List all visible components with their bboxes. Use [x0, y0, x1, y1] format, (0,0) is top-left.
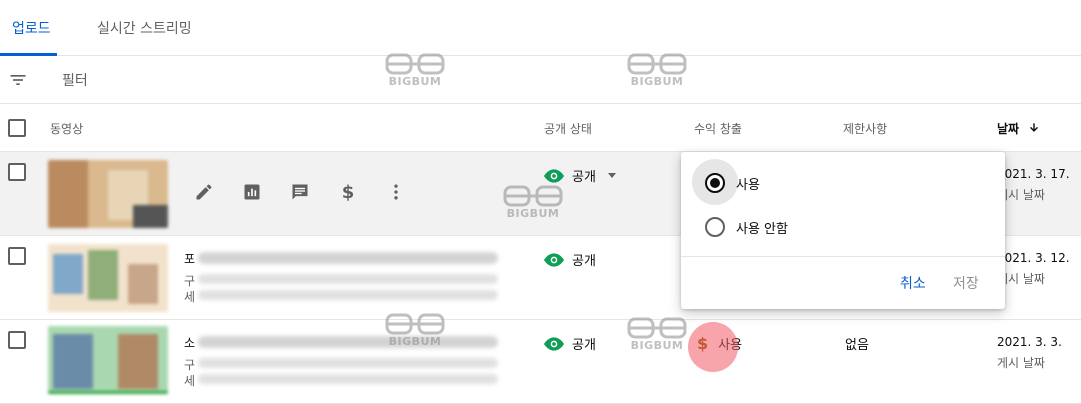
header-visibility[interactable]: 공개 상태 — [544, 120, 592, 137]
video-title-lead: 소 — [184, 336, 196, 350]
option-off-label[interactable]: 사용 안함 — [736, 218, 788, 237]
watermark-text: BIGBUM — [630, 339, 684, 352]
date-value: 2021. 3. 12. — [997, 251, 1070, 265]
tab-bar: 업로드 실시간 스트리밍 — [0, 0, 1081, 56]
visibility-status[interactable]: 공개 — [544, 250, 596, 269]
eye-icon — [544, 252, 564, 267]
watermark-text: BIGBUM — [388, 335, 442, 348]
video-description — [198, 374, 498, 384]
edit-icon[interactable] — [192, 180, 216, 204]
video-title[interactable] — [198, 252, 498, 264]
row-checkbox[interactable] — [8, 247, 26, 265]
video-description — [198, 358, 498, 368]
date-value: 2021. 3. 3. — [997, 335, 1062, 349]
video-desc-lead: 구 — [184, 274, 196, 288]
watermark-text: BIGBUM — [506, 207, 560, 220]
tab-uploads[interactable]: 업로드 — [12, 18, 51, 38]
visibility-label: 공개 — [572, 338, 596, 353]
date-cell: 2021. 3. 12. 게시 날짜 — [997, 248, 1070, 290]
visibility-dropdown[interactable]: 공개 — [544, 166, 616, 185]
analytics-icon[interactable] — [240, 180, 264, 204]
date-cell: 2021. 3. 17. 게시 날짜 — [997, 164, 1070, 206]
date-label: 게시 날짜 — [997, 272, 1045, 286]
watermark-logo: BIGBUM — [383, 53, 447, 93]
click-indicator — [688, 322, 738, 372]
video-title-lead: 포 — [184, 252, 196, 266]
visibility-label: 공개 — [572, 170, 596, 185]
video-title[interactable] — [198, 336, 498, 348]
watermark-logo: BIGBUM — [501, 185, 565, 225]
row-checkbox[interactable] — [8, 163, 26, 181]
monetization-popup: 사용 사용 안함 취소 저장 — [681, 152, 1005, 309]
tab-live-streaming[interactable]: 실시간 스트리밍 — [97, 18, 192, 38]
chevron-down-icon — [607, 173, 616, 178]
row-actions: $ — [192, 180, 408, 204]
video-description — [198, 290, 498, 300]
arrow-down-icon — [1030, 123, 1039, 132]
filter-label: 필터 — [62, 73, 88, 89]
eye-icon — [544, 336, 564, 351]
watermark-logo: BIGBUM — [625, 317, 689, 357]
filter-bar[interactable]: 필터 — [0, 56, 1081, 104]
cancel-button[interactable]: 취소 — [900, 273, 926, 293]
watermark-text: BIGBUM — [388, 75, 442, 88]
video-thumbnail[interactable] — [48, 160, 168, 228]
popup-divider — [681, 256, 1005, 257]
save-button[interactable]: 저장 — [953, 273, 979, 293]
video-thumbnail[interactable] — [48, 244, 168, 312]
option-on-label[interactable]: 사용 — [736, 174, 760, 193]
more-icon[interactable] — [384, 180, 408, 204]
video-desc-lead: 구 — [184, 358, 196, 372]
date-cell: 2021. 3. 3. 게시 날짜 — [997, 332, 1062, 374]
date-label: 게시 날짜 — [997, 188, 1045, 202]
header-monetization[interactable]: 수익 창출 — [694, 120, 742, 137]
header-restrictions[interactable]: 제한사항 — [843, 120, 887, 137]
table-header: 동영상 공개 상태 수익 창출 제한사항 날짜 — [0, 104, 1081, 152]
date-value: 2021. 3. 17. — [997, 167, 1070, 181]
comments-icon[interactable] — [288, 180, 312, 204]
watermark-logo: BIGBUM — [383, 313, 447, 353]
monetization-icon[interactable]: $ — [336, 180, 360, 204]
watermark-text: BIGBUM — [630, 75, 684, 88]
header-video: 동영상 — [50, 122, 84, 136]
table-row[interactable]: 소 구 세 공개 $ 사용 없음 2021. 3. 3. 게시 날짜 — [0, 320, 1081, 404]
row-checkbox[interactable] — [8, 331, 26, 349]
header-date-label: 날짜 — [997, 122, 1020, 136]
filter-icon[interactable] — [8, 70, 28, 90]
visibility-label: 공개 — [572, 254, 596, 269]
video-description — [198, 274, 498, 284]
visibility-status[interactable]: 공개 — [544, 334, 596, 353]
video-desc-lead: 세 — [184, 374, 196, 388]
restrictions-value: 없음 — [845, 338, 869, 353]
select-all-checkbox[interactable] — [8, 119, 26, 137]
radio-monetization-off[interactable] — [705, 217, 725, 237]
eye-icon — [544, 168, 564, 183]
progress-bar — [48, 391, 168, 394]
header-date[interactable]: 날짜 — [997, 120, 1041, 137]
video-thumbnail[interactable] — [48, 326, 168, 394]
date-label: 게시 날짜 — [997, 356, 1045, 370]
watermark-logo: BIGBUM — [625, 53, 689, 93]
radio-monetization-on[interactable] — [705, 173, 725, 193]
video-desc-lead: 세 — [184, 290, 196, 304]
